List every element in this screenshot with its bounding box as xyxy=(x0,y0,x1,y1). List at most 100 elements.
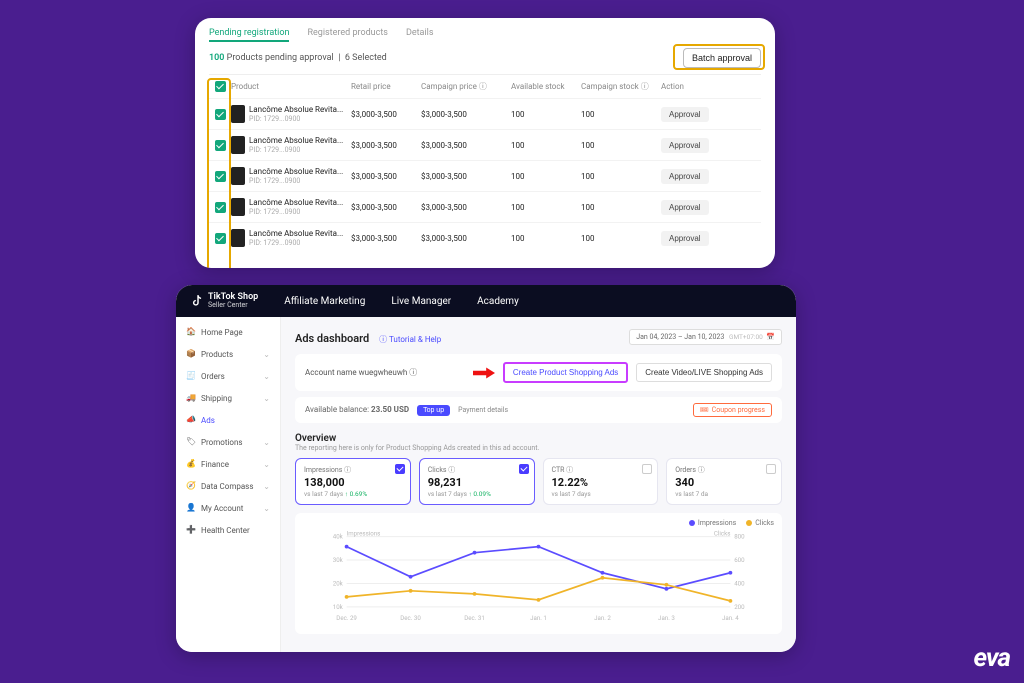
chevron-down-icon: ⌄ xyxy=(263,460,270,469)
metric-value: 98,231 xyxy=(428,476,526,489)
chart-legend: Impressions Clicks xyxy=(303,519,774,527)
sidebar-icon: 🚚 xyxy=(186,393,196,403)
sidebar-icon: 🧾 xyxy=(186,371,196,381)
sidebar-icon: 👤 xyxy=(186,503,196,513)
sidebar-item-label: Ads xyxy=(201,416,215,425)
topup-button[interactable]: Top up xyxy=(417,405,450,416)
red-arrow-icon xyxy=(473,366,495,380)
campaign-stock: 100 xyxy=(581,203,661,212)
sidebar: 🏠Home Page 📦Products⌄ 🧾Orders⌄ 🚚Shipping⌄ 📣A… xyxy=(176,317,281,652)
metric-sub: vs last 7 days ↑ 0.09% xyxy=(428,490,526,498)
approval-button[interactable]: Approval xyxy=(661,169,709,184)
metric-label: Clicks ⓘ xyxy=(428,465,526,475)
metric-card[interactable]: CTR ⓘ 12.22% vs last 7 days xyxy=(543,458,659,505)
metric-card[interactable]: Orders ⓘ 340 vs last 7 da xyxy=(666,458,782,505)
create-product-shopping-ads-button[interactable]: Create Product Shopping Ads xyxy=(503,362,628,383)
tab-pending[interactable]: Pending registration xyxy=(209,28,289,42)
metric-checkbox[interactable] xyxy=(395,464,405,474)
balance-value: 23.50 USD xyxy=(371,405,409,414)
approval-button[interactable]: Approval xyxy=(661,200,709,215)
approval-button[interactable]: Approval xyxy=(661,231,709,246)
sidebar-item-shipping[interactable]: 🚚Shipping⌄ xyxy=(182,391,274,405)
metric-checkbox[interactable] xyxy=(642,464,652,474)
nav-live[interactable]: Live Manager xyxy=(391,296,451,307)
pending-row: 100 Products pending approval | 6 Select… xyxy=(209,48,761,68)
brand-line2: Seller Center xyxy=(208,302,258,309)
metric-value: 340 xyxy=(675,476,773,489)
campaign-price: $3,000-3,500 xyxy=(421,203,511,212)
product-pid: PID: 1729...0900 xyxy=(249,177,300,185)
retail-price: $3,000-3,500 xyxy=(351,141,421,150)
tutorial-link[interactable]: ⓘ Tutorial & Help xyxy=(379,335,441,344)
sidebar-icon: 💰 xyxy=(186,459,196,469)
balance-row: Available balance: 23.50 USD Top up Paym… xyxy=(295,397,782,423)
date-range-picker[interactable]: Jan 04, 2023 – Jan 10, 2023 GMT+07:00 📅 xyxy=(629,329,782,345)
metric-value: 138,000 xyxy=(304,476,402,489)
sidebar-item-home-page[interactable]: 🏠Home Page xyxy=(182,325,274,339)
product-cell[interactable]: Lancôme Absolue Revita... PID: 1729...09… xyxy=(231,167,351,185)
campaign-price: $3,000-3,500 xyxy=(421,110,511,119)
table-row: Lancôme Absolue Revita... PID: 1729...09… xyxy=(209,129,761,160)
metric-card[interactable]: Clicks ⓘ 98,231 vs last 7 days ↑ 0.09% xyxy=(419,458,535,505)
product-cell[interactable]: Lancôme Absolue Revita... PID: 1729...09… xyxy=(231,136,351,154)
top-nav: TikTok Shop Seller Center Affiliate Mark… xyxy=(176,285,796,317)
select-all-checkbox[interactable] xyxy=(215,81,226,92)
sidebar-item-ads[interactable]: 📣Ads xyxy=(182,413,274,427)
sidebar-item-health-center[interactable]: ➕Health Center xyxy=(182,523,274,537)
col-retail: Retail price xyxy=(351,82,421,91)
metric-card[interactable]: Impressions ⓘ 138,000 vs last 7 days ↑ 0… xyxy=(295,458,411,505)
metric-checkbox[interactable] xyxy=(519,464,529,474)
sidebar-item-products[interactable]: 📦Products⌄ xyxy=(182,347,274,361)
create-video-live-ads-button[interactable]: Create Video/LIVE Shopping Ads xyxy=(636,363,772,382)
chevron-down-icon: ⌄ xyxy=(263,372,270,381)
product-cell[interactable]: Lancôme Absolue Revita... PID: 1729...09… xyxy=(231,105,351,123)
approval-panel: Pending registration Registered products… xyxy=(195,18,775,268)
nav-academy[interactable]: Academy xyxy=(477,296,519,307)
tab-registered[interactable]: Registered products xyxy=(307,28,387,42)
available-stock: 100 xyxy=(511,172,581,181)
coupon-icon: 🎟 xyxy=(700,406,709,414)
approval-button[interactable]: Approval xyxy=(661,138,709,153)
tab-details[interactable]: Details xyxy=(406,28,434,42)
product-cell[interactable]: Lancôme Absolue Revita... PID: 1729...09… xyxy=(231,229,351,247)
row-checkbox[interactable] xyxy=(215,171,226,182)
batch-approval-button[interactable]: Batch approval xyxy=(683,48,761,68)
svg-text:200: 200 xyxy=(734,603,745,611)
metric-checkbox[interactable] xyxy=(766,464,776,474)
coupon-progress-button[interactable]: 🎟 Coupon progress xyxy=(693,403,772,417)
chevron-down-icon: ⌄ xyxy=(263,350,270,359)
dashboard-title: Ads dashboard xyxy=(295,332,369,345)
svg-text:40k: 40k xyxy=(333,533,344,541)
sidebar-item-orders[interactable]: 🧾Orders⌄ xyxy=(182,369,274,383)
chevron-down-icon: ⌄ xyxy=(263,482,270,491)
sidebar-item-label: My Account xyxy=(201,504,243,513)
svg-text:Clicks: Clicks xyxy=(714,530,731,538)
product-cell[interactable]: Lancôme Absolue Revita... PID: 1729...09… xyxy=(231,198,351,216)
sidebar-item-label: Promotions xyxy=(201,438,243,447)
row-checkbox[interactable] xyxy=(215,202,226,213)
metric-value: 12.22% xyxy=(552,476,650,489)
row-checkbox[interactable] xyxy=(215,109,226,120)
row-checkbox[interactable] xyxy=(215,233,226,244)
retail-price: $3,000-3,500 xyxy=(351,203,421,212)
col-campaign-price: Campaign price ⓘ xyxy=(421,81,511,92)
sidebar-item-promotions[interactable]: 🏷Promotions⌄ xyxy=(182,435,274,449)
available-stock: 100 xyxy=(511,203,581,212)
sidebar-item-my-account[interactable]: 👤My Account⌄ xyxy=(182,501,274,515)
product-pid: PID: 1729...0900 xyxy=(249,239,300,247)
payment-details-link[interactable]: Payment details xyxy=(458,406,508,414)
sidebar-item-data-compass[interactable]: 🧭Data Compass⌄ xyxy=(182,479,274,493)
product-name: Lancôme Absolue Revita... xyxy=(249,167,344,176)
account-name: Account name wuegwheuwh ⓘ xyxy=(305,367,417,378)
metric-label: Orders ⓘ xyxy=(675,465,773,475)
nav-affiliate[interactable]: Affiliate Marketing xyxy=(284,296,365,307)
row-checkbox[interactable] xyxy=(215,140,226,151)
campaign-stock: 100 xyxy=(581,141,661,150)
sidebar-item-finance[interactable]: 💰Finance⌄ xyxy=(182,457,274,471)
approval-button[interactable]: Approval xyxy=(661,107,709,122)
campaign-price: $3,000-3,500 xyxy=(421,234,511,243)
balance-label: Available balance: xyxy=(305,405,369,414)
sidebar-item-label: Data Compass xyxy=(201,482,253,491)
retail-price: $3,000-3,500 xyxy=(351,110,421,119)
svg-text:Jan. 4: Jan. 4 xyxy=(722,614,739,622)
